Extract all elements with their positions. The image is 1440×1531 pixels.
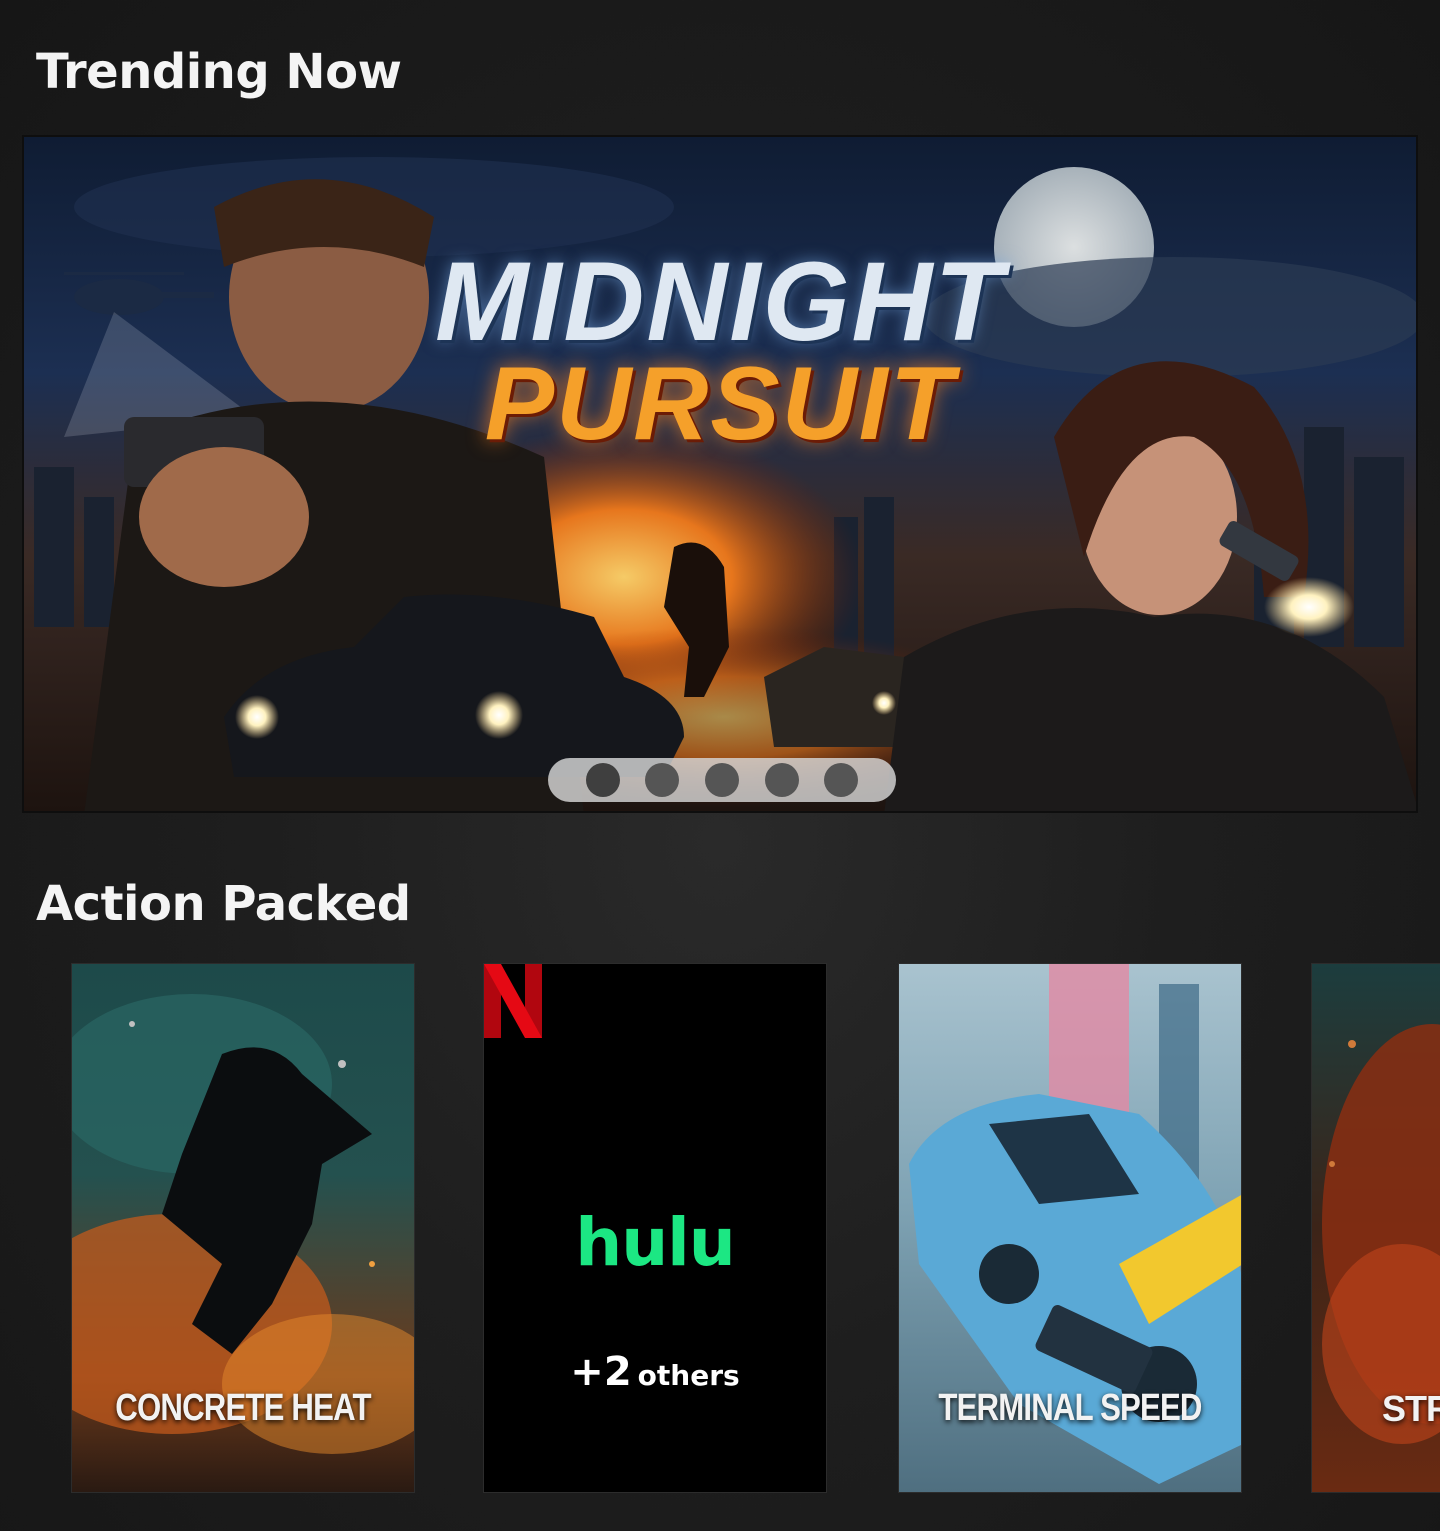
hero-title-line2: PURSUIT — [484, 346, 956, 462]
carousel-dot-1[interactable] — [585, 763, 620, 797]
trending-now-heading: Trending Now — [36, 44, 402, 100]
other-services-count: +2 others — [484, 1349, 826, 1395]
poster-card-partial[interactable]: STR — [1311, 963, 1440, 1493]
poster-card-terminal-speed[interactable]: TERMINAL SPEED — [898, 963, 1242, 1493]
others-label: others — [637, 1359, 740, 1392]
carousel-pagination — [548, 758, 896, 802]
poster-title: STR — [1382, 1388, 1440, 1429]
others-count: +2 — [570, 1349, 632, 1395]
carousel-dot-2[interactable] — [645, 763, 680, 797]
carousel-dot-4[interactable] — [764, 763, 799, 797]
action-packed-heading: Action Packed — [36, 876, 411, 932]
carousel-dot-5[interactable] — [824, 763, 859, 797]
poster-card-concrete-heat[interactable]: CONCRETE HEAT — [71, 963, 415, 1493]
hero-banner-midnight-pursuit[interactable]: MIDNIGHT PURSUIT — [22, 135, 1418, 813]
streaming-services-card[interactable]: hulu +2 others — [483, 963, 827, 1493]
hulu-logo-text: hulu — [575, 1204, 736, 1281]
poster-title: CONCRETE HEAT — [115, 1387, 371, 1429]
carousel-dot-3[interactable] — [704, 763, 739, 797]
netflix-logo-icon — [484, 964, 542, 1038]
poster-title: TERMINAL SPEED — [938, 1387, 1202, 1429]
